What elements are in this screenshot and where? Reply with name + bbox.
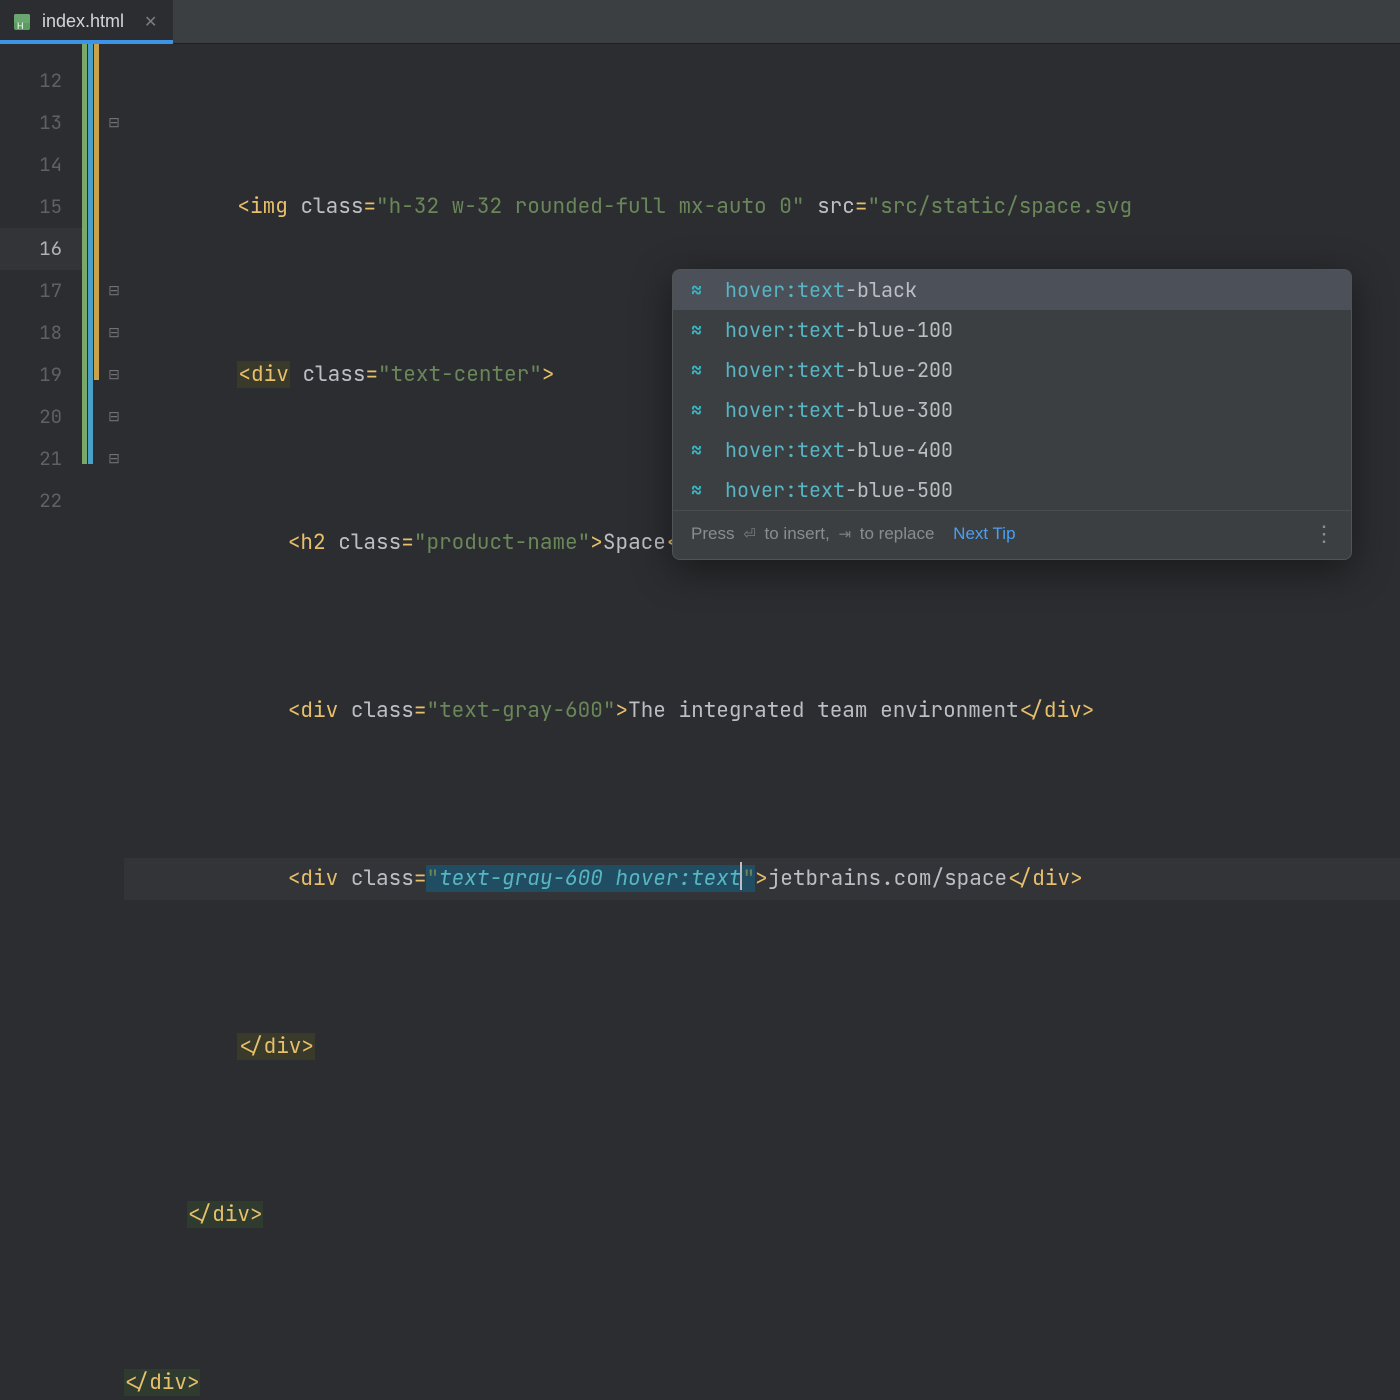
fold-icon[interactable]: ⊟ <box>104 438 124 480</box>
code-line[interactable]: </div> <box>124 1026 1400 1068</box>
fold-icon[interactable]: ⊟ <box>104 312 124 354</box>
tailwind-icon: ≈ <box>691 279 711 302</box>
line-number: 19 <box>0 354 82 396</box>
code-line[interactable]: <div class="text-gray-600">The integrate… <box>124 690 1400 732</box>
editor-tabbar: H index.html ✕ <box>0 0 1400 44</box>
line-number: 12 <box>0 60 82 102</box>
code-line-current[interactable]: <div class="text-gray-600 hover:text">je… <box>124 858 1400 900</box>
fold-icon[interactable]: ⊟ <box>104 396 124 438</box>
code-line[interactable]: <img class="h-32 w-32 rounded-full mx-au… <box>124 186 1400 228</box>
editor-tab-index-html[interactable]: H index.html ✕ <box>0 0 173 43</box>
completion-hint-replace: to replace <box>860 524 935 543</box>
tab-key-icon: ⇥ <box>838 525 851 543</box>
tailwind-icon: ≈ <box>691 479 711 502</box>
line-number: 20 <box>0 396 82 438</box>
code-completion-popup[interactable]: ≈ hover:text-black ≈ hover:text-blue-100… <box>672 269 1352 560</box>
line-number: 16 <box>0 228 82 270</box>
tailwind-icon: ≈ <box>691 439 711 462</box>
completion-item[interactable]: ≈ hover:text-blue-500 <box>673 470 1351 510</box>
completion-footer: Press ⏎ to insert, ⇥ to replace Next Tip… <box>673 510 1351 559</box>
enter-key-icon: ⏎ <box>743 525 756 543</box>
svg-text:H: H <box>17 21 24 31</box>
html-file-icon: H <box>12 12 32 32</box>
indent-guides <box>82 44 104 700</box>
line-number-gutter: 12 13 14 15 16 17 18 19 20 21 22 <box>0 44 82 700</box>
completion-item[interactable]: ≈ hover:text-blue-200 <box>673 350 1351 390</box>
line-number: 13 <box>0 102 82 144</box>
fold-icon[interactable] <box>104 60 124 102</box>
line-number: 14 <box>0 144 82 186</box>
line-number: 22 <box>0 480 82 522</box>
line-number: 15 <box>0 186 82 228</box>
tailwind-icon: ≈ <box>691 319 711 342</box>
line-number: 17 <box>0 270 82 312</box>
code-line[interactable]: </div> <box>124 1362 1400 1400</box>
tailwind-icon: ≈ <box>691 359 711 382</box>
tailwind-icon: ≈ <box>691 399 711 422</box>
line-number: 21 <box>0 438 82 480</box>
next-tip-link[interactable]: Next Tip <box>953 524 1015 543</box>
completion-item[interactable]: ≈ hover:text-black <box>673 270 1351 310</box>
fold-icon[interactable]: ⊟ <box>104 270 124 312</box>
line-number: 18 <box>0 312 82 354</box>
fold-column: ⊟ ⊟ ⊟ ⊟ ⊟ ⊟ <box>104 44 124 700</box>
fold-icon[interactable]: ⊟ <box>104 102 124 144</box>
close-tab-icon[interactable]: ✕ <box>144 12 157 32</box>
completion-hint-insert: to insert, <box>765 524 830 543</box>
fold-icon[interactable]: ⊟ <box>104 354 124 396</box>
completion-item[interactable]: ≈ hover:text-blue-300 <box>673 390 1351 430</box>
completion-item[interactable]: ≈ hover:text-blue-100 <box>673 310 1351 350</box>
code-line[interactable]: </div> <box>124 1194 1400 1236</box>
more-options-icon[interactable]: ⋮ <box>1313 521 1337 547</box>
completion-item[interactable]: ≈ hover:text-blue-400 <box>673 430 1351 470</box>
completion-hint-press: Press <box>691 524 734 543</box>
tab-filename: index.html <box>42 11 124 32</box>
